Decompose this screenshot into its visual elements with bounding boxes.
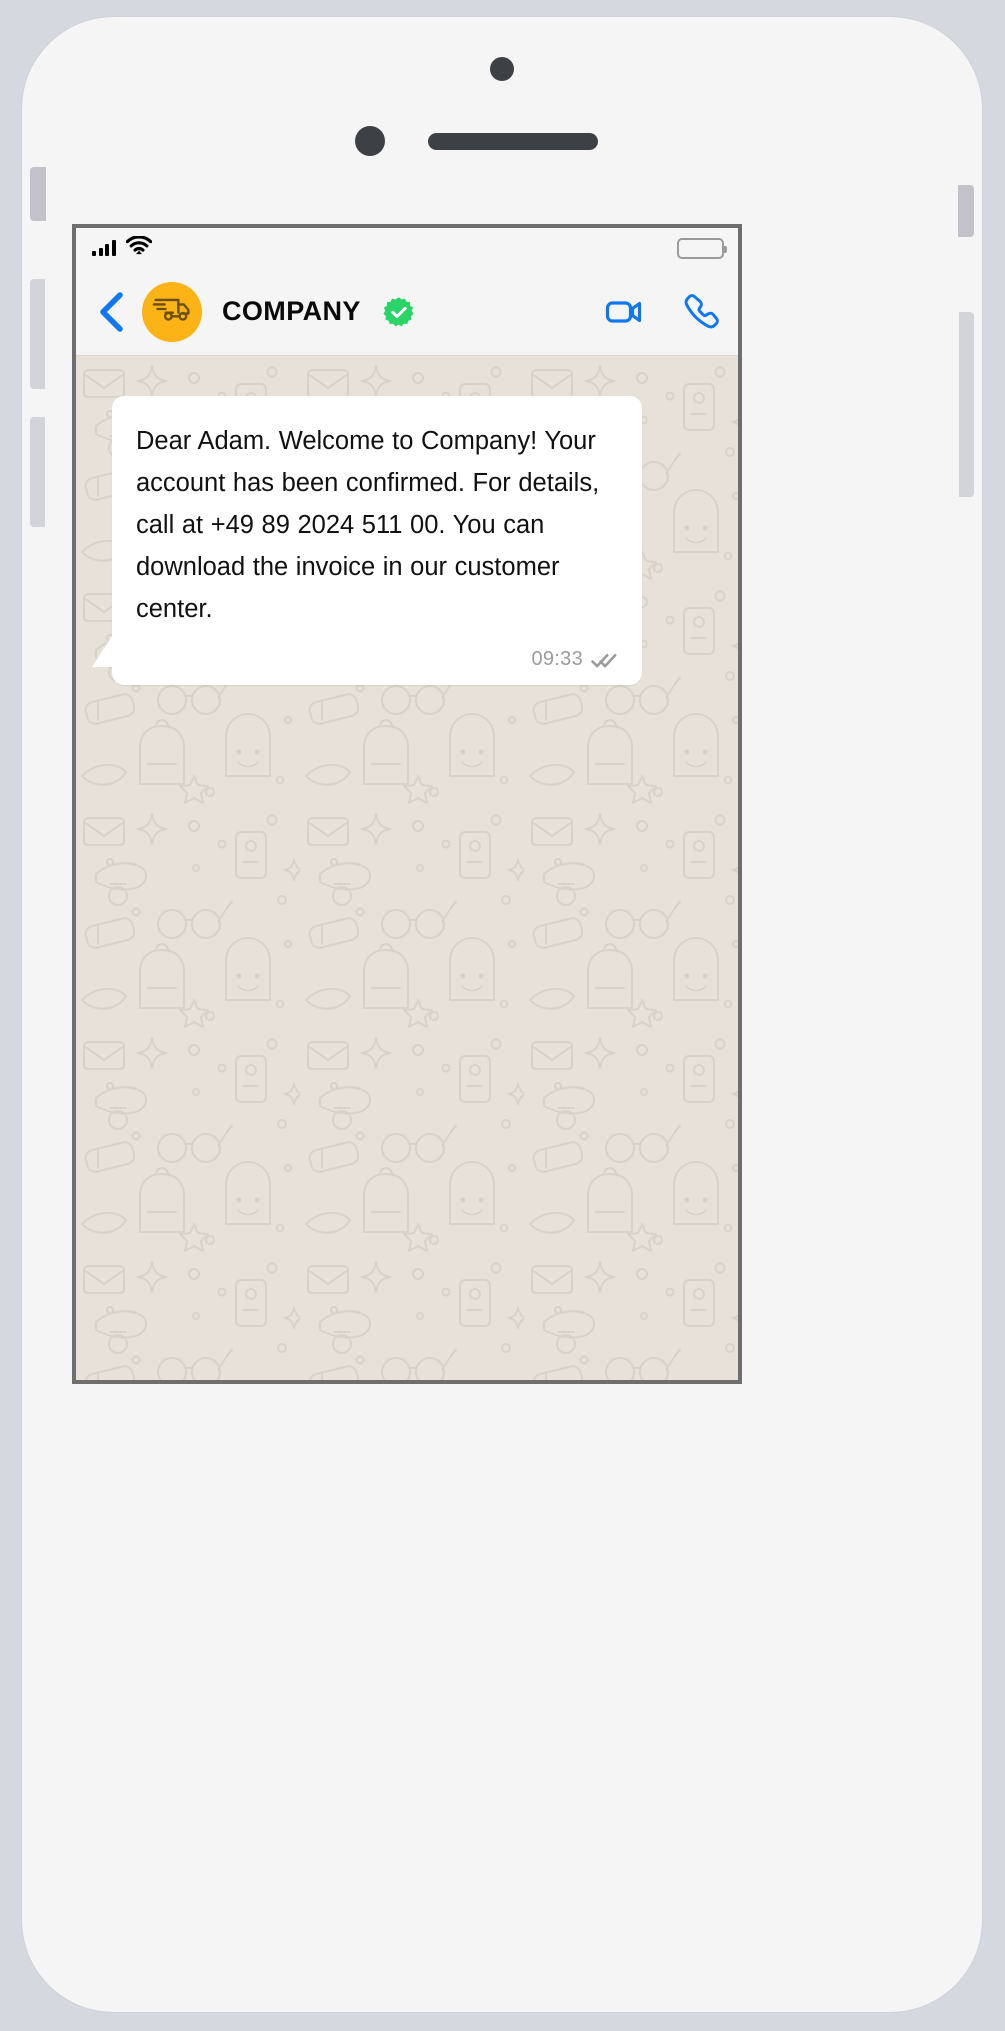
screenshot-stage: COMPANY Dear Adam. Welcome to Company! Y… [0,0,1005,2031]
status-bar [76,228,738,268]
message-bubble-incoming[interactable]: Dear Adam. Welcome to Company! Your acco… [92,396,642,685]
avatar[interactable] [142,281,202,342]
phone-handset-icon[interactable] [682,292,722,332]
video-camera-icon[interactable] [604,292,644,332]
cellular-signal-icon [92,240,116,256]
volume-down-button[interactable] [30,417,45,527]
message-text: Dear Adam. Welcome to Company! Your acco… [136,427,600,623]
earpiece-speaker [428,133,598,150]
proximity-sensor-icon [355,126,385,156]
front-camera-icon [490,57,514,81]
verified-badge-icon [383,296,415,328]
header-actions [604,292,722,332]
chat-header: COMPANY [76,268,738,356]
power-button-top[interactable] [958,185,974,237]
message-list: Dear Adam. Welcome to Company! Your acco… [76,356,738,685]
wifi-icon [125,235,152,260]
message-meta: 09:33 [136,648,618,671]
contact-name: COMPANY [222,296,361,326]
phone-frame: COMPANY Dear Adam. Welcome to Company! Y… [22,17,982,2012]
power-button[interactable] [959,312,974,497]
bubble-tail [92,633,114,667]
double-check-icon [591,651,618,669]
chat-body: Dear Adam. Welcome to Company! Your acco… [76,356,738,1380]
delivery-truck-icon [152,294,192,329]
battery-full-icon [677,237,727,259]
message-timestamp: 09:33 [531,648,583,670]
mute-switch-button[interactable] [30,167,46,221]
volume-up-button[interactable] [30,279,45,389]
phone-screen: COMPANY Dear Adam. Welcome to Company! Y… [72,224,742,1384]
back-chevron-icon[interactable] [94,290,128,334]
